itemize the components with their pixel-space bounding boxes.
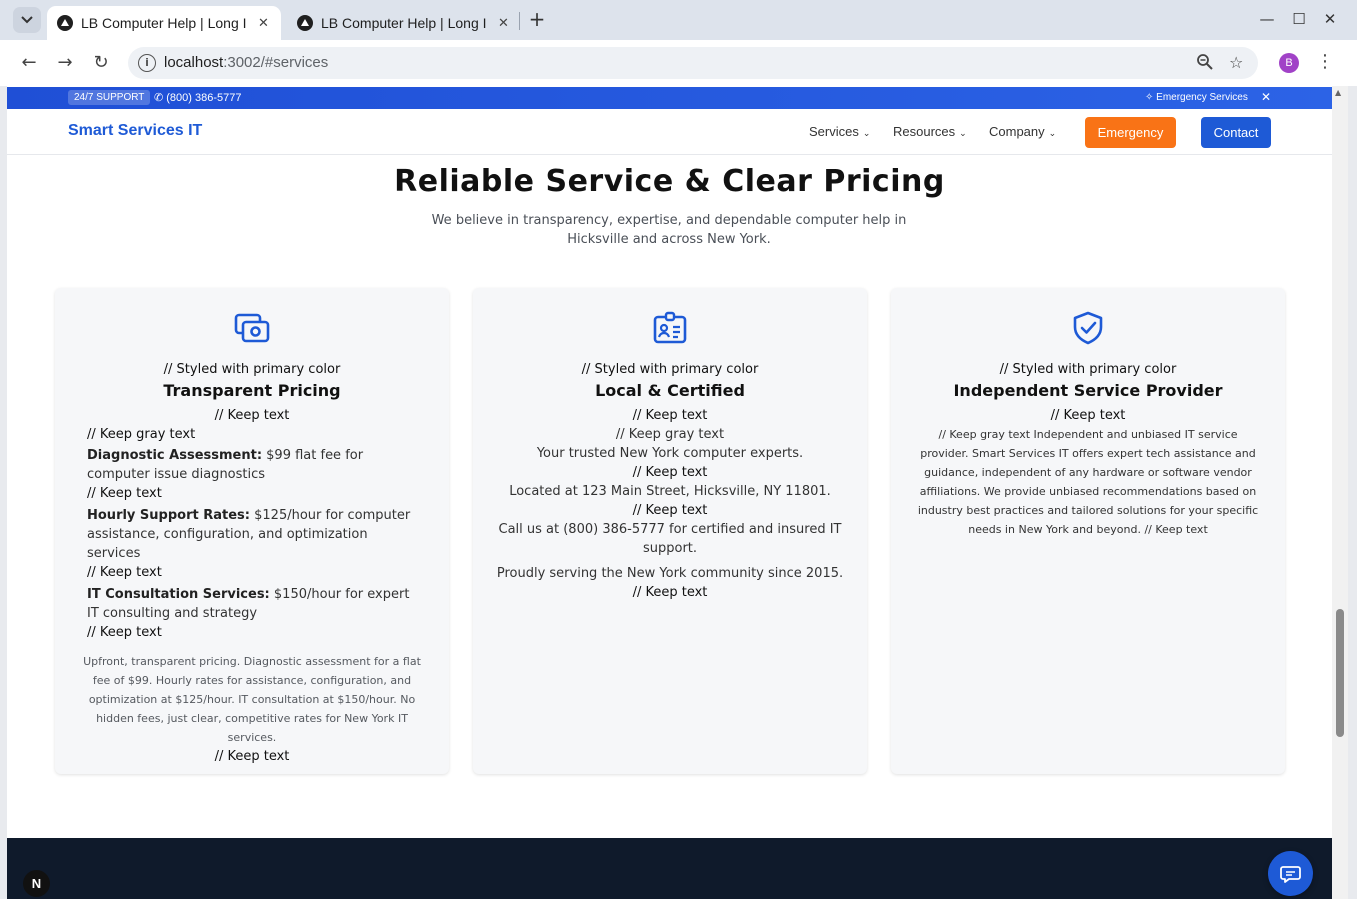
support-badge: 24/7 SUPPORT: [68, 90, 151, 105]
nextjs-dev-badge[interactable]: N: [23, 870, 50, 897]
emergency-services-link[interactable]: ✧ Emergency Services: [1145, 92, 1248, 103]
card-note: // Keep gray text: [615, 427, 725, 442]
card-title: Independent Service Provider: [953, 381, 1223, 400]
card-body: // Styled with primary color Transparent…: [55, 360, 449, 766]
card-transparent-pricing: // Styled with primary color Transparent…: [55, 288, 449, 774]
phone-link[interactable]: ✆ (800) 386-5777: [154, 91, 242, 104]
tab-separator: [519, 12, 520, 30]
emergency-button[interactable]: Emergency: [1085, 117, 1176, 148]
chevron-down-icon: [21, 16, 33, 24]
contact-button[interactable]: Contact: [1201, 117, 1271, 148]
profile-avatar[interactable]: B: [1279, 53, 1299, 73]
scroll-up-arrow-icon[interactable]: ▲: [1335, 88, 1341, 97]
pricing-summary: Upfront, transparent pricing. Diagnostic…: [83, 655, 421, 744]
list-item: Hourly Support Rates: $125/hour for comp…: [87, 506, 417, 563]
list-item: Diagnostic Assessment: $99 flat fee for …: [87, 446, 417, 484]
site-info-icon[interactable]: i: [138, 54, 156, 72]
nav-company[interactable]: Company ⌄: [989, 124, 1056, 139]
url-host: localhost: [164, 54, 224, 71]
card-note: // Keep text: [632, 465, 708, 480]
url-text[interactable]: localhost:3002/#services: [164, 54, 328, 71]
card-note: // Keep text: [632, 585, 708, 600]
scrollbar-thumb[interactable]: [1336, 609, 1344, 737]
card-note: // Keep text: [214, 408, 290, 423]
close-icon[interactable]: ✕: [1261, 90, 1271, 104]
bookmark-star-icon[interactable]: ☆: [1229, 53, 1243, 72]
card-body: // Styled with primary color Local & Cer…: [473, 360, 867, 602]
card-line: Proudly serving the New York community s…: [496, 566, 844, 581]
card-note: // Keep text: [87, 565, 162, 580]
card-note: // Keep text: [214, 749, 290, 764]
card-phone-line: Call us at (800) 386-5777 for certified …: [498, 522, 842, 556]
tab-close-icon[interactable]: ✕: [498, 15, 509, 31]
browser-tab-bar: LB Computer Help | Long Island ✕ LB Comp…: [0, 0, 1357, 40]
card-body: // Styled with primary color Independent…: [891, 360, 1285, 539]
tab-search-button[interactable]: [13, 7, 41, 33]
chat-button[interactable]: [1268, 851, 1313, 896]
forward-arrow-icon[interactable]: →: [53, 51, 77, 75]
id-card-icon: [653, 311, 687, 344]
site-header: Smart Services IT Services ⌄ Resources ⌄ C…: [7, 109, 1332, 155]
page-viewport: 24/7 SUPPORT ✆ (800) 386-5777 ✧ Emergenc…: [7, 86, 1332, 899]
tab-title: LB Computer Help | Long Island: [321, 15, 486, 31]
card-line: Your trusted New York computer experts.: [536, 446, 804, 461]
item-label: Hourly Support Rates:: [87, 508, 250, 523]
browser-tab-inactive[interactable]: LB Computer Help | Long Island ✕: [287, 6, 517, 40]
nav-services[interactable]: Services ⌄: [809, 124, 870, 139]
card-note: // Styled with primary color: [999, 362, 1177, 377]
browser-toolbar: ← → ↻ i localhost:3002/#services ☆ B ⋮: [0, 40, 1357, 86]
card-title: Transparent Pricing: [163, 381, 341, 400]
address-bar[interactable]: i localhost:3002/#services ☆: [128, 47, 1258, 79]
zoom-icon[interactable]: [1196, 53, 1214, 75]
card-note: // Keep text: [1050, 408, 1126, 423]
card-description: // Keep gray text Independent and unbias…: [917, 428, 1259, 536]
chevron-down-icon: ⌄: [959, 128, 967, 138]
section-subtitle: We believe in transparency, expertise, a…: [431, 213, 907, 247]
item-label: Diagnostic Assessment:: [87, 448, 263, 463]
maximize-icon[interactable]: ☐: [1289, 10, 1309, 28]
page-scrollbar[interactable]: ▲: [1332, 86, 1348, 899]
card-title: Local & Certified: [595, 381, 745, 400]
tab-title: LB Computer Help | Long Island: [81, 15, 246, 31]
back-arrow-icon[interactable]: ←: [17, 51, 41, 75]
nav-label: Services: [809, 124, 859, 139]
nav-resources[interactable]: Resources ⌄: [893, 124, 967, 139]
site-favicon-icon: [297, 15, 313, 31]
tab-close-icon[interactable]: ✕: [258, 15, 269, 31]
camera-icon: [234, 313, 270, 343]
browser-menu-icon[interactable]: ⋮: [1316, 51, 1334, 72]
footer-section: [7, 838, 1332, 899]
nav-label: Resources: [893, 124, 956, 139]
site-logo[interactable]: Smart Services IT: [68, 122, 202, 140]
card-note: // Keep gray text: [87, 427, 196, 442]
chevron-down-icon: ⌄: [862, 128, 871, 138]
card-independent-provider: // Styled with primary color Independent…: [891, 288, 1285, 774]
card-address: Located at 123 Main Street, Hicksville, …: [509, 484, 831, 499]
window-edge-left: [0, 86, 7, 899]
browser-tab-active[interactable]: LB Computer Help | Long Island ✕: [47, 6, 281, 40]
card-note: // Keep text: [87, 486, 162, 501]
list-item: IT Consultation Services: $150/hour for …: [87, 585, 417, 623]
new-tab-button[interactable]: +: [526, 8, 548, 30]
card-note: // Styled with primary color: [581, 362, 759, 377]
announcement-bar: 24/7 SUPPORT ✆ (800) 386-5777 ✧ Emergenc…: [7, 87, 1332, 109]
item-label: IT Consultation Services:: [87, 587, 270, 602]
nav-label: Company: [989, 124, 1045, 139]
card-note: // Keep text: [632, 408, 708, 423]
shield-check-icon: [1073, 311, 1103, 345]
card-note: // Styled with primary color: [163, 362, 341, 377]
site-favicon-icon: [57, 15, 73, 31]
chevron-down-icon: ⌄: [1048, 128, 1057, 138]
section-title: Reliable Service & Clear Pricing: [394, 164, 945, 199]
chat-icon: [1280, 866, 1301, 883]
reload-icon[interactable]: ↻: [89, 51, 113, 75]
url-path: :3002/#services: [223, 54, 329, 71]
pricing-list: // Keep gray text Diagnostic Assessment:…: [55, 425, 449, 642]
card-local-certified: // Styled with primary color Local & Cer…: [473, 288, 867, 774]
card-note: // Keep text: [87, 625, 162, 640]
window-edge-right: [1348, 86, 1357, 899]
card-note: // Keep text: [632, 503, 708, 518]
close-window-icon[interactable]: ✕: [1320, 10, 1340, 28]
minimize-icon[interactable]: —: [1257, 10, 1277, 28]
